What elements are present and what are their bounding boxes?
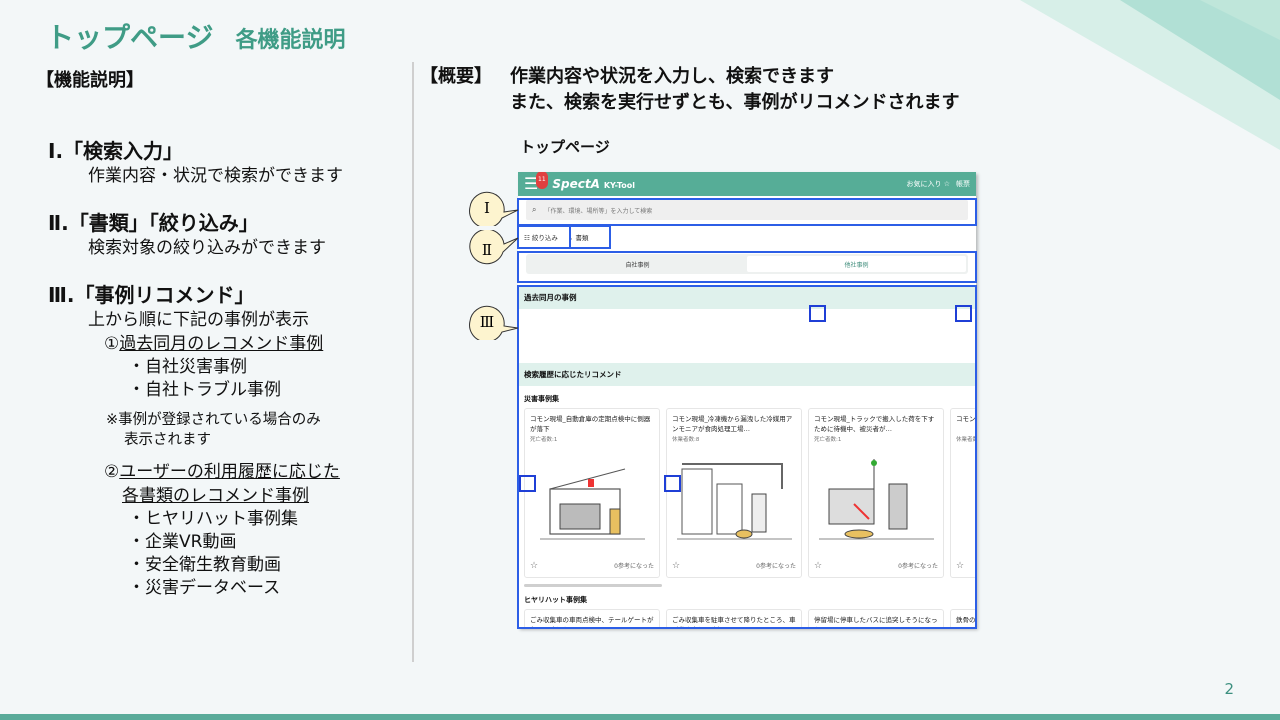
feature-2: Ⅱ.「書類」「絞り込み」 検索対象の絞り込みができます xyxy=(48,210,408,260)
feature-3: Ⅲ.「事例リコメンド」 上から順に下記の事例が表示 ①過去同月のレコメンド事例 … xyxy=(48,282,408,600)
page-number: 2 xyxy=(1224,680,1234,698)
feature-1-desc: 作業内容・状況で検索ができます xyxy=(88,166,343,186)
callout-bubble-2: Ⅱ xyxy=(469,230,519,265)
column-divider xyxy=(412,62,414,662)
document-link[interactable]: 帳票 xyxy=(956,179,970,189)
reco-1-item: ・自社トラブル事例 xyxy=(128,380,281,400)
marker-square xyxy=(519,475,536,492)
overview: 【概要】 作業内容や状況を入力し、検索できます また、検索を実行せずとも、事例がリ… xyxy=(420,64,959,116)
screen-caption: トップページ xyxy=(520,138,610,156)
feature-heading: 【機能説明】 xyxy=(36,70,144,91)
app-brand: SpectA KY-Tool xyxy=(552,177,635,191)
feature-1-title: Ⅰ.「検索入力」 xyxy=(48,139,184,163)
highlight-filter xyxy=(517,225,571,249)
reco-2-item: ・ヒヤリハット事例集 xyxy=(128,509,298,529)
notification-badge: 11 xyxy=(536,172,548,189)
reco-note: ※事例が登録されている場合のみ 表示されます xyxy=(106,412,321,448)
highlight-recommend-area xyxy=(517,285,977,629)
feature-1: Ⅰ.「検索入力」 作業内容・状況で検索ができます xyxy=(48,138,408,188)
marker-square xyxy=(664,475,681,492)
highlight-documents xyxy=(569,225,611,249)
reco-2-item: ・企業VR動画 xyxy=(128,532,237,552)
svg-text:Ⅰ: Ⅰ xyxy=(484,199,490,217)
feature-3-desc: 上から順に下記の事例が表示 xyxy=(88,310,309,330)
marker-square xyxy=(809,305,826,322)
slide-title: トップページ 各機能説明 xyxy=(46,21,346,54)
highlight-search-area xyxy=(517,198,977,226)
app-header: ☰ 11 SpectA KY-Tool お気に入り ☆ 帳票 xyxy=(518,172,976,196)
feature-2-desc: 検索対象の絞り込みができます xyxy=(88,238,326,258)
marker-square xyxy=(955,305,972,322)
overview-line-1: 作業内容や状況を入力し、検索できます xyxy=(510,66,834,87)
reco-2-heading: ②ユーザーの利用履歴に応じた xyxy=(104,462,340,482)
menu-icon[interactable]: ☰ 11 xyxy=(524,172,548,192)
favorites-link[interactable]: お気に入り ☆ xyxy=(906,179,950,189)
svg-text:Ⅱ: Ⅱ xyxy=(482,241,492,259)
feature-list: Ⅰ.「検索入力」 作業内容・状況で検索ができます Ⅱ.「書類」「絞り込み」 検索… xyxy=(48,138,408,622)
highlight-tabs xyxy=(517,251,977,283)
decorative-corner-shape xyxy=(1020,0,1280,150)
reco-2-heading-line2: 各書類のレコメンド事例 xyxy=(122,486,309,506)
callout-bubble-1: Ⅰ xyxy=(469,191,519,226)
callout-bubble-3: Ⅲ xyxy=(469,305,519,340)
svg-text:Ⅲ: Ⅲ xyxy=(480,313,494,331)
reco-2-item: ・安全衛生教育動画 xyxy=(128,555,281,575)
feature-3-title: Ⅲ.「事例リコメンド」 xyxy=(48,283,255,307)
overview-line-2: また、検索を実行せずとも、事例がリコメンドされます xyxy=(510,92,960,113)
feature-2-title: Ⅱ.「書類」「絞り込み」 xyxy=(48,211,259,235)
bottom-accent-bar xyxy=(0,714,1280,720)
reco-1-item: ・自社災害事例 xyxy=(128,357,247,377)
reco-2-item: ・災害データベース xyxy=(128,578,281,598)
reco-1-heading: ①過去同月のレコメンド事例 xyxy=(104,334,324,354)
overview-label: 【概要】 xyxy=(420,66,492,87)
